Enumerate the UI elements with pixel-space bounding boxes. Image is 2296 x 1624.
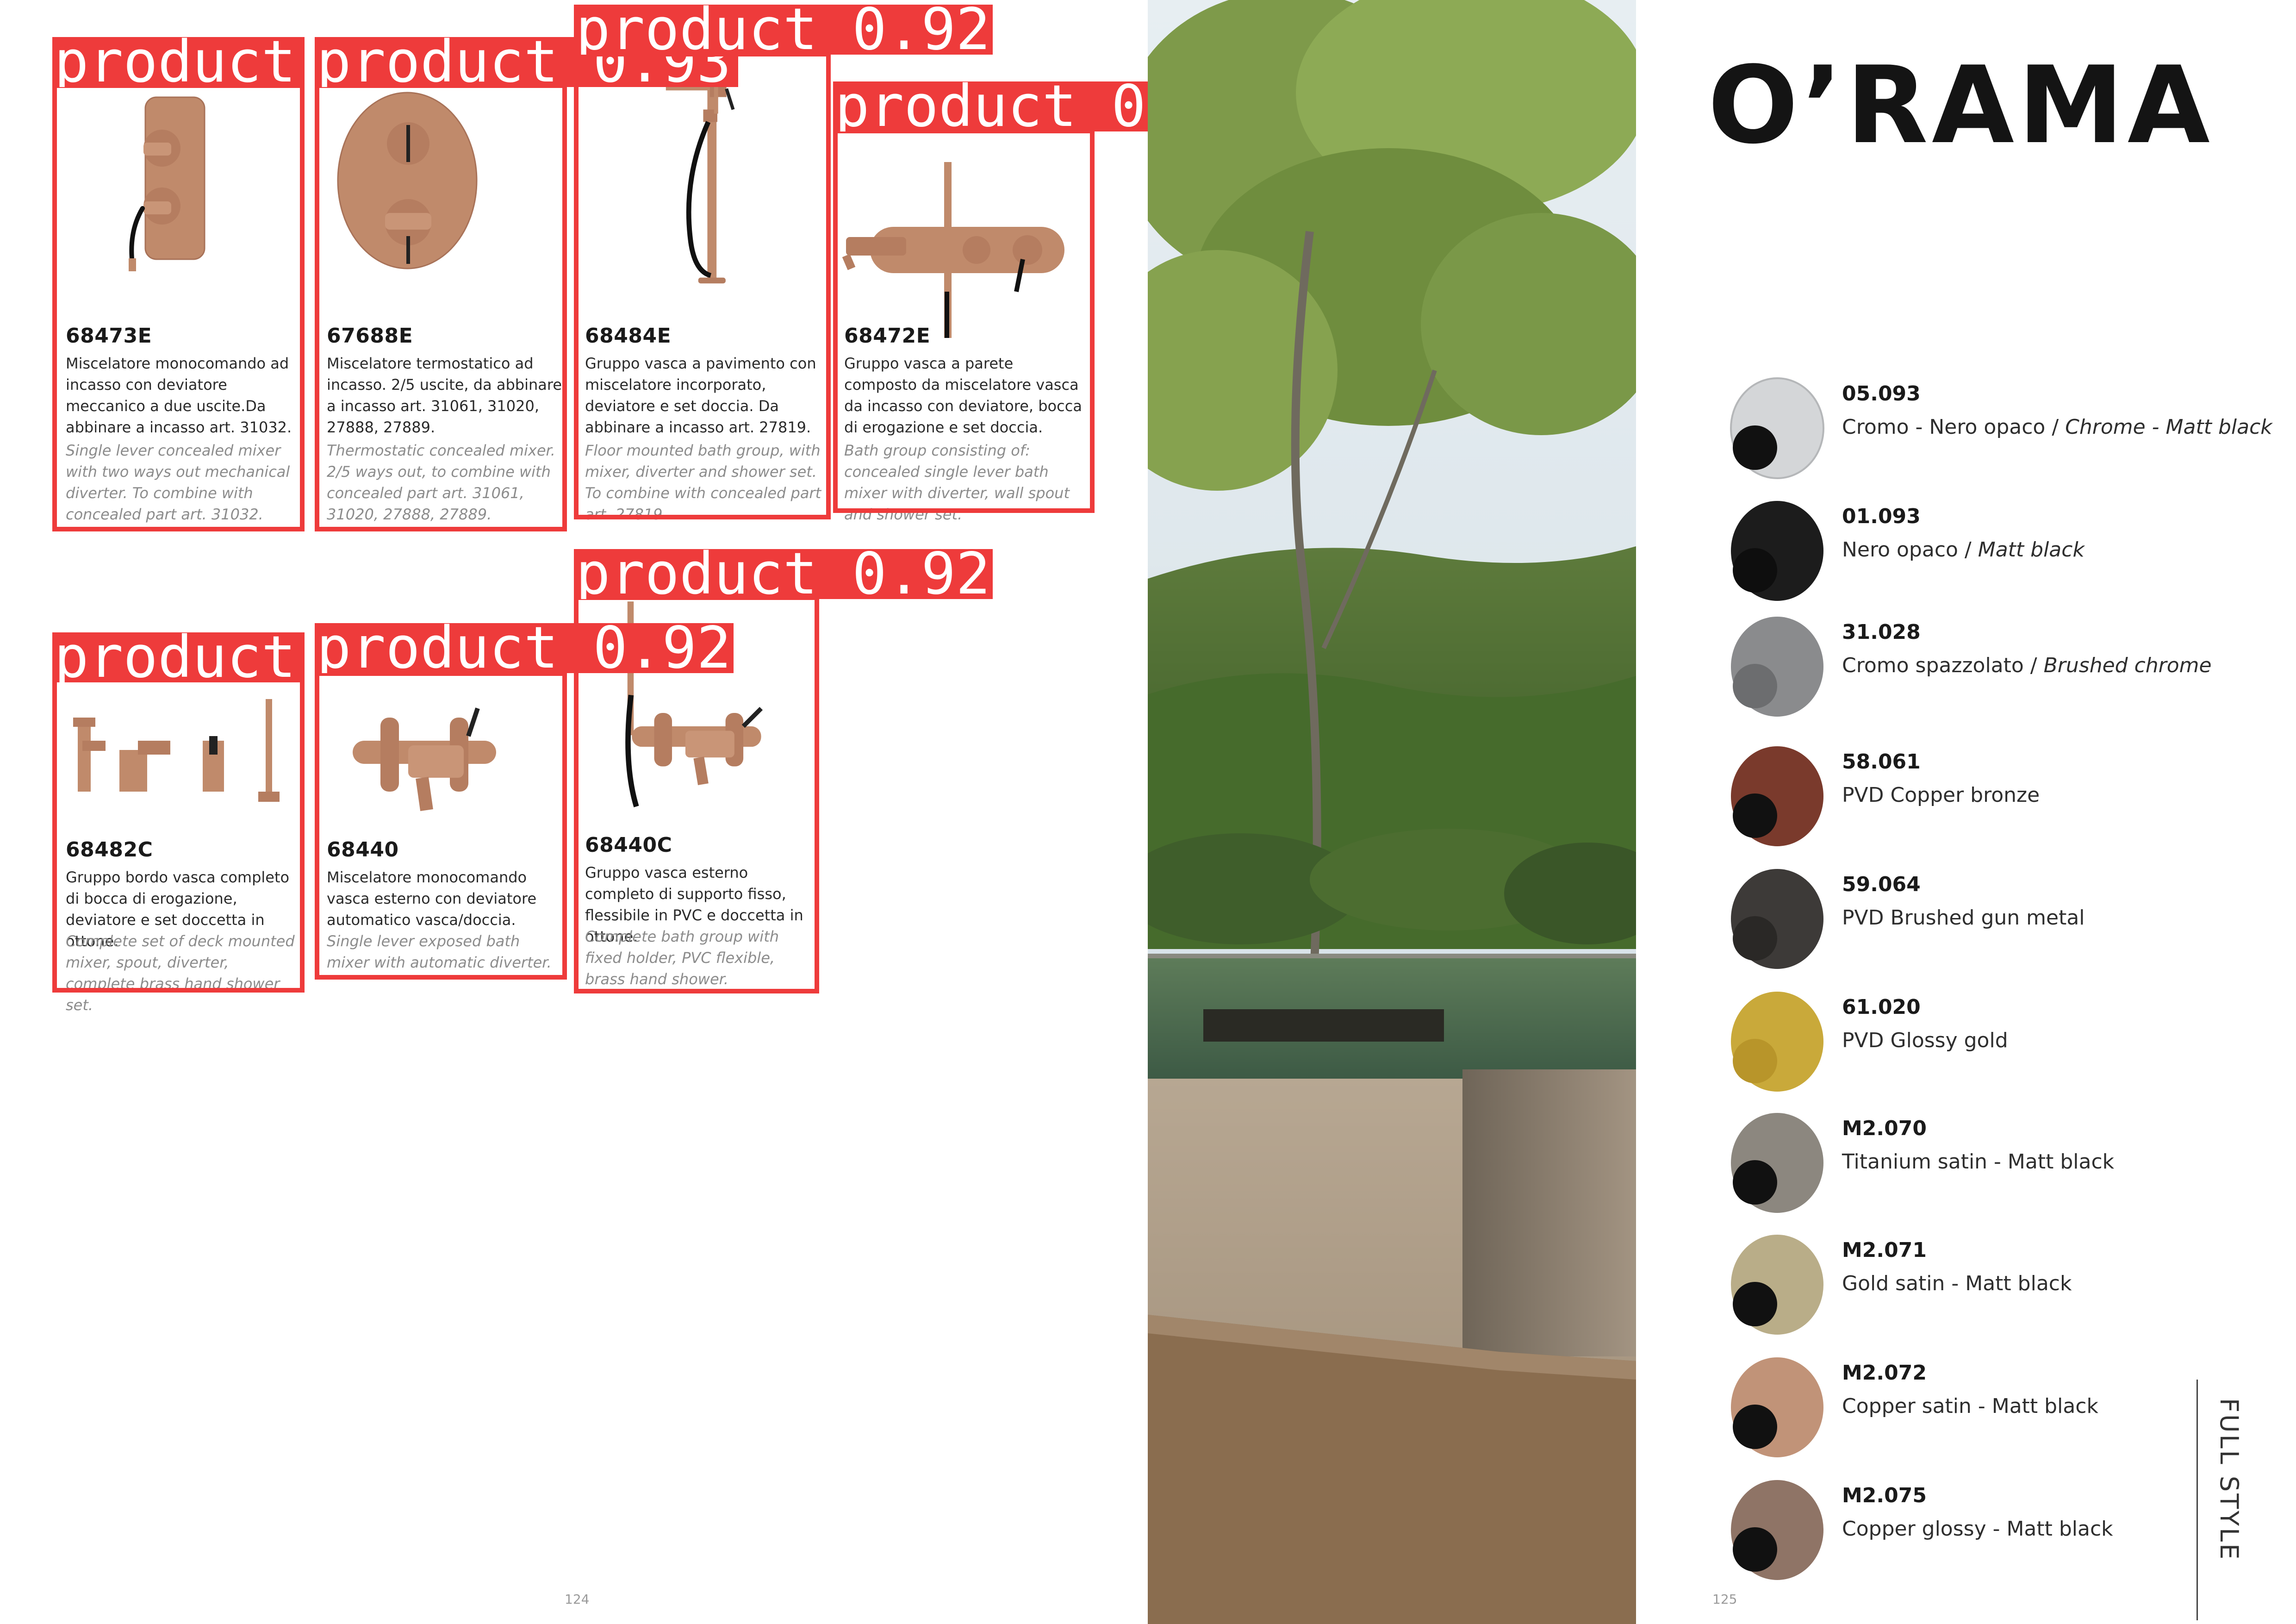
finish-code: M2.071 bbox=[1842, 1238, 1927, 1262]
product-description-en: Thermostatic concealed mixer. 2/5 ways o… bbox=[327, 442, 555, 523]
concealed-mixer-image bbox=[129, 96, 205, 271]
finish-item: M2.072 Copper satin - Matt black bbox=[1712, 1352, 2286, 1463]
product-code: 68473E bbox=[66, 324, 152, 348]
finish-item: 59.064 PVD Brushed gun metal bbox=[1712, 863, 2286, 974]
finish-swatch-knob bbox=[1731, 1480, 1823, 1580]
finish-name: Titanium satin - Matt black bbox=[1842, 1150, 2115, 1174]
landscape-illustration bbox=[1148, 0, 1636, 1624]
product-card-68484E: 68484E Gruppo vasca a pavimento con misc… bbox=[574, 56, 828, 528]
detection-label: product 0.92 bbox=[315, 623, 734, 673]
product-card-68472E: 68472E Gruppo vasca a parete composto da… bbox=[833, 130, 1092, 523]
product-card-68482C: 68482C Gruppo bordo vasca completo di bo… bbox=[55, 648, 305, 1014]
product-code: 68472E bbox=[844, 324, 931, 348]
product-card-67688E: 67688E Miscelatore termostatico ad incas… bbox=[316, 83, 566, 528]
detection-label: product 0.92 bbox=[574, 5, 993, 55]
detection-label: product bbox=[52, 632, 305, 682]
detection-label: product bbox=[52, 37, 305, 87]
product-code: 68484E bbox=[585, 324, 672, 348]
finish-swatch-knob bbox=[1731, 1235, 1823, 1335]
page-number-left: 124 bbox=[565, 1592, 590, 1607]
finish-code: 61.020 bbox=[1842, 995, 1921, 1019]
side-divider bbox=[2196, 1380, 2198, 1620]
product-description-it: Miscelatore termostatico ad incasso. 2/5… bbox=[327, 355, 562, 436]
product-card-68473E: 68473E Miscelatore monocomando ad incass… bbox=[55, 83, 305, 528]
finish-name: PVD Copper bronze bbox=[1842, 783, 2040, 807]
finish-swatch-knob bbox=[1731, 869, 1823, 969]
finish-item: 05.093 Cromo - Nero opaco / Chrome - Mat… bbox=[1712, 373, 2286, 484]
finish-swatch-knob bbox=[1731, 746, 1823, 846]
product-code: 68440 bbox=[327, 838, 399, 862]
finish-item: 01.093 Nero opaco / Matt black bbox=[1712, 495, 2286, 606]
finish-name: Nero opaco / Matt black bbox=[1842, 538, 2084, 562]
finish-code: M2.072 bbox=[1842, 1361, 1927, 1385]
product-code: 68440C bbox=[585, 833, 672, 857]
brand-title: O’RAMA bbox=[1708, 44, 2214, 168]
finish-item: 58.061 PVD Copper bronze bbox=[1712, 741, 2286, 852]
floor-bath-mixer-image bbox=[666, 76, 735, 284]
product-description-en: Floor mounted bath group, with mixer, di… bbox=[585, 442, 821, 523]
finish-name: PVD Brushed gun metal bbox=[1842, 906, 2085, 930]
finish-name: Copper glossy - Matt black bbox=[1842, 1517, 2113, 1541]
finish-code: 31.028 bbox=[1842, 620, 1921, 644]
finish-code: M2.075 bbox=[1842, 1484, 1927, 1507]
finish-item: M2.071 Gold satin - Matt black bbox=[1712, 1229, 2286, 1340]
thermostatic-mixer-image bbox=[337, 92, 478, 269]
finish-swatch-knob bbox=[1731, 501, 1823, 601]
finish-item: 61.020 PVD Glossy gold bbox=[1712, 986, 2286, 1097]
finish-name: Cromo spazzolato / Brushed chrome bbox=[1842, 654, 2212, 677]
finish-swatch-knob bbox=[1731, 992, 1823, 1092]
product-description-it: Gruppo vasca a parete composto da miscel… bbox=[844, 355, 1082, 436]
product-description-it: Gruppo vasca a pavimento con miscelatore… bbox=[585, 355, 816, 436]
product-description-en: Single lever exposed bath mixer with aut… bbox=[327, 932, 552, 971]
section-side-label: FULL STYLE bbox=[2215, 1398, 2244, 1562]
finish-code: 05.093 bbox=[1842, 382, 1921, 406]
page-number-right: 125 bbox=[1712, 1592, 1737, 1607]
finish-swatch-knob bbox=[1730, 377, 1824, 479]
finish-code: 59.064 bbox=[1842, 873, 1921, 896]
product-code: 68482C bbox=[66, 838, 153, 862]
finish-item: M2.075 Copper glossy - Matt black bbox=[1712, 1474, 2286, 1586]
product-description-en: Complete set of deck mounted mixer, spou… bbox=[66, 932, 295, 1014]
finish-code: M2.070 bbox=[1842, 1117, 1927, 1140]
product-description-it: Miscelatore monocomando ad incasso con d… bbox=[66, 355, 292, 436]
finish-item: 31.028 Cromo spazzolato / Brushed chrome bbox=[1712, 611, 2286, 722]
product-description-it: Miscelatore monocomando vasca esterno co… bbox=[327, 868, 537, 929]
landscape-photo bbox=[1148, 0, 1636, 1624]
detection-label: product 0.92 bbox=[574, 549, 993, 599]
product-card-68440: 68440 Miscelatore monocomando vasca este… bbox=[316, 648, 566, 972]
finish-code: 01.093 bbox=[1842, 505, 1921, 528]
product-description-en: Bath group consisting of: concealed sing… bbox=[844, 442, 1070, 523]
finish-name: Gold satin - Matt black bbox=[1842, 1272, 2072, 1295]
finish-name: Copper satin - Matt black bbox=[1842, 1394, 2098, 1418]
finish-swatch-knob bbox=[1731, 1113, 1823, 1213]
finish-swatch-knob bbox=[1731, 617, 1823, 717]
product-code: 67688E bbox=[327, 324, 413, 348]
finish-code: 58.061 bbox=[1842, 750, 1921, 774]
product-description-en: Single lever concealed mixer with two wa… bbox=[66, 442, 290, 523]
finish-item: M2.070 Titanium satin - Matt black bbox=[1712, 1107, 2286, 1218]
finish-swatch-knob bbox=[1731, 1357, 1823, 1457]
product-description-en: Complete bath group with fixed holder, P… bbox=[585, 928, 779, 988]
finish-name: PVD Glossy gold bbox=[1842, 1029, 2008, 1052]
finish-name: Cromo - Nero opaco / Chrome - Matt black bbox=[1842, 415, 2272, 439]
